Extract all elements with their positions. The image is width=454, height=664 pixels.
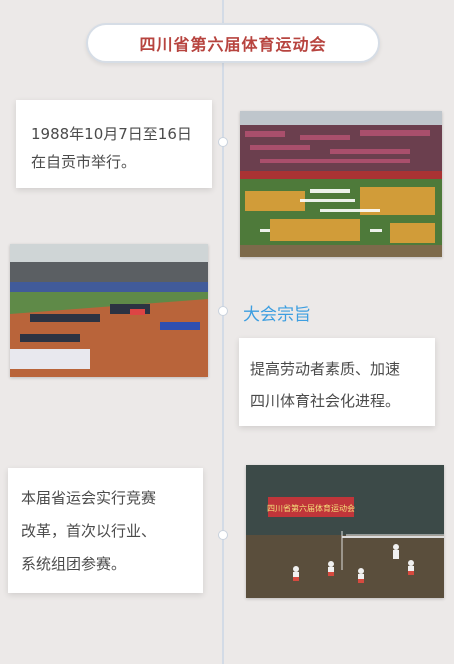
volleyball-match-photo: 四川省第六届体育运动会 bbox=[246, 465, 444, 598]
reform-line-2: 改革，首次以行业、 bbox=[21, 522, 157, 540]
arena-banner-text: 四川省第六届体育运动会 bbox=[267, 503, 355, 513]
event-date-line-2: 在自贡市举行。 bbox=[31, 153, 137, 171]
event-date-line-1: 1988年10月7日至16日 bbox=[31, 125, 192, 143]
stadium-mass-gymnastics-photo bbox=[240, 111, 442, 257]
purpose-line-1: 提高劳动者素质、加速 bbox=[250, 360, 401, 378]
reform-line-1: 本届省运会实行竞赛 bbox=[21, 489, 157, 507]
reform-line-3: 系统组团参赛。 bbox=[21, 555, 127, 573]
reform-card: 本届省运会实行竞赛 改革，首次以行业、 系统组团参赛。 bbox=[8, 468, 203, 593]
purpose-line-2: 四川体育社会化进程。 bbox=[250, 392, 401, 410]
timeline-dot-1 bbox=[218, 137, 228, 147]
page-title: 四川省第六届体育运动会 bbox=[139, 35, 327, 54]
title-pill: 四川省第六届体育运动会 bbox=[86, 23, 380, 63]
timeline-line bbox=[222, 0, 224, 664]
stadium-opening-ceremony-photo bbox=[10, 244, 208, 377]
purpose-card: 提高劳动者素质、加速 四川体育社会化进程。 bbox=[239, 338, 435, 426]
event-date-card: 1988年10月7日至16日 在自贡市举行。 bbox=[16, 100, 212, 188]
purpose-heading: 大会宗旨 bbox=[243, 305, 311, 325]
timeline-dot-2 bbox=[218, 306, 228, 316]
timeline-dot-3 bbox=[218, 530, 228, 540]
